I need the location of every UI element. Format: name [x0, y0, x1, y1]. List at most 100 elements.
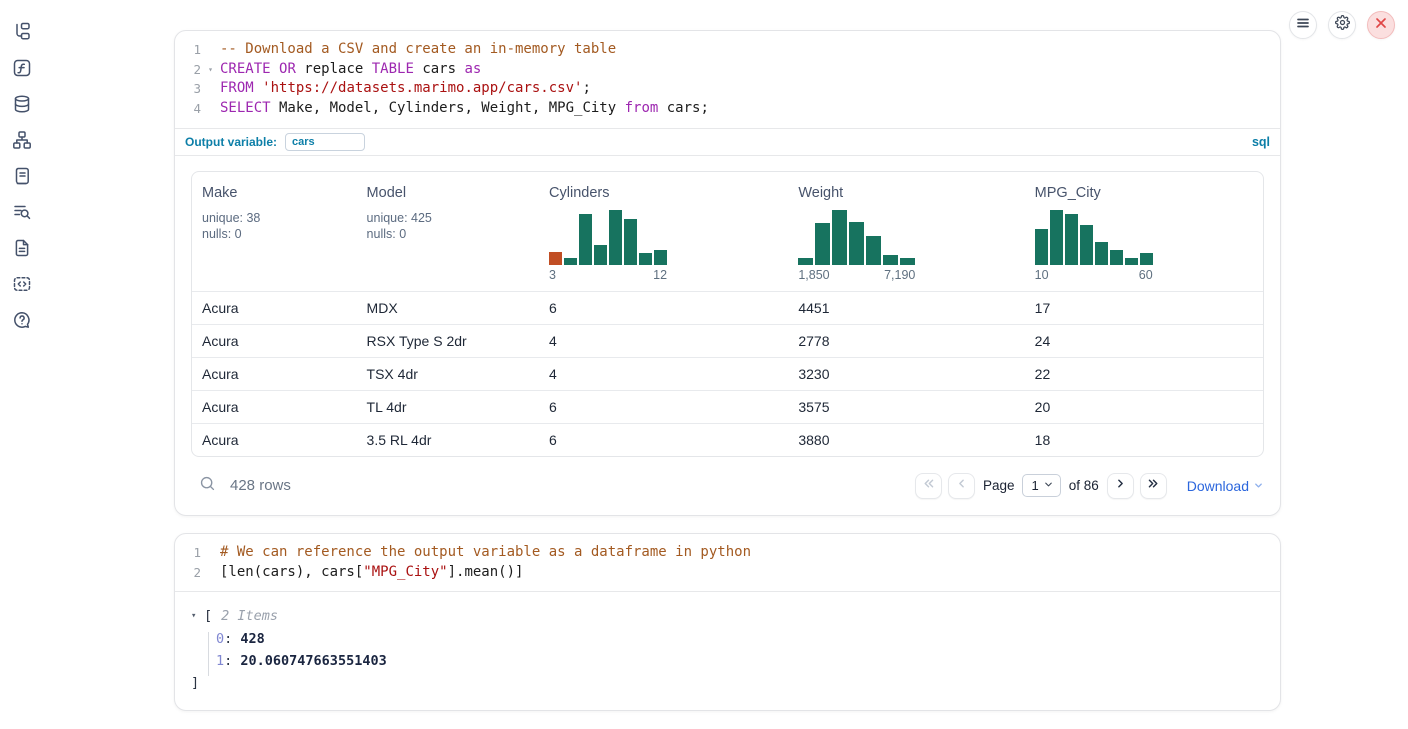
column-name: Model [367, 185, 540, 201]
item-key: 0 [216, 631, 224, 647]
line-number: 2 [181, 563, 201, 583]
axis-min-label: 1,850 [798, 268, 829, 282]
axis-max-label: 12 [653, 268, 667, 282]
histogram-bar [1035, 229, 1048, 265]
sql-code-editor[interactable]: 1-- Download a CSV and create an in-memo… [175, 31, 1280, 128]
histogram-bar [564, 258, 577, 265]
variables-icon[interactable] [12, 58, 32, 78]
documentation-icon[interactable] [12, 238, 32, 258]
fold-gutter [201, 99, 220, 119]
language-badge[interactable]: sql [1252, 135, 1270, 149]
table-cell: Acura [192, 366, 357, 382]
fold-gutter [201, 543, 220, 563]
null-count: nulls: 0 [367, 226, 540, 243]
code-line: 1-- Download a CSV and create an in-memo… [175, 40, 1280, 60]
collapse-chevron-icon[interactable]: ▾ [191, 606, 204, 628]
histogram-bar [1080, 225, 1093, 265]
settings-button[interactable] [1328, 11, 1356, 39]
column-header-model[interactable]: Modelunique: 425nulls: 0 [357, 185, 540, 283]
histogram-bar [849, 222, 864, 265]
column-name: Make [202, 185, 357, 201]
histogram-bar [1050, 210, 1063, 265]
histogram-axis-labels: 312 [549, 268, 667, 282]
chevron-down-icon [1253, 478, 1264, 494]
gear-icon [1335, 15, 1350, 35]
table-cell: 2778 [788, 333, 1024, 349]
chevron-right-icon [1114, 477, 1127, 495]
table-row[interactable]: AcuraRSX Type S 2dr4277824 [192, 324, 1263, 357]
table-row[interactable]: AcuraMDX6445117 [192, 291, 1263, 324]
table-cell: 4 [539, 333, 788, 349]
file-explorer-icon[interactable] [12, 22, 32, 42]
table-cell: Acura [192, 300, 357, 316]
dependency-graph-icon[interactable] [12, 130, 32, 150]
table-row[interactable]: AcuraTSX 4dr4323022 [192, 357, 1263, 390]
column-header-cylinders[interactable]: Cylinders 312 [539, 185, 788, 283]
sql-output-section: Make unique: 38nulls: 0Modelunique: 425nu… [175, 155, 1280, 515]
column-name: Cylinders [549, 185, 788, 201]
table-cell: 3880 [788, 432, 1024, 448]
help-icon[interactable] [12, 310, 32, 330]
datasources-icon[interactable] [12, 94, 32, 114]
histogram-bar [1125, 258, 1138, 265]
table-row[interactable]: Acura3.5 RL 4dr6388018 [192, 423, 1263, 456]
histogram-bars [549, 210, 667, 265]
table-cell: 6 [539, 432, 788, 448]
hamburger-icon [1296, 16, 1310, 35]
first-page-button[interactable] [915, 473, 942, 499]
scratchpad-icon[interactable] [12, 166, 32, 186]
close-icon [1375, 16, 1387, 34]
download-button[interactable]: Download [1187, 478, 1264, 494]
histogram-bar [883, 255, 898, 265]
histogram-axis-labels: 10 60 [1035, 268, 1153, 282]
tree-guide-line [208, 632, 209, 676]
open-bracket: [ [204, 606, 212, 628]
column-histogram: 1,850 7,190 [798, 210, 915, 282]
window-controls [1289, 11, 1395, 39]
code-content: SELECT Make, Model, Cylinders, Weight, M… [220, 99, 709, 119]
code-content: -- Download a CSV and create an in-memor… [220, 40, 616, 60]
code-content: CREATE OR replace TABLE cars as [220, 60, 481, 80]
chevron-down-icon [1043, 478, 1054, 493]
column-header-make[interactable]: Make unique: 38nulls: 0 [192, 185, 357, 283]
python-output-tree: ▾ [ 2 Items 0: 4281: 20.060747663551403 … [175, 592, 1280, 710]
next-page-button[interactable] [1107, 473, 1134, 499]
fold-chevron-icon[interactable]: ▾ [201, 60, 220, 80]
page-number-select[interactable]: 1 [1022, 474, 1060, 497]
shutdown-button[interactable] [1367, 11, 1395, 39]
histogram-bar [624, 219, 637, 265]
column-summary: unique: 38nulls: 0 [202, 210, 357, 283]
sidebar [0, 0, 44, 729]
table-row[interactable]: AcuraTL 4dr6357520 [192, 390, 1263, 423]
table-cell: Acura [192, 333, 357, 349]
column-header-mpg_city[interactable]: MPG_City 10 60 [1025, 185, 1263, 283]
logs-icon[interactable] [12, 202, 32, 222]
column-name: MPG_City [1035, 185, 1263, 201]
table-cell: 17 [1025, 300, 1263, 316]
item-value: 20.060747663551403 [240, 653, 386, 669]
code-content: # We can reference the output variable a… [220, 543, 751, 563]
last-page-button[interactable] [1140, 473, 1167, 499]
fold-gutter [201, 563, 220, 583]
python-cell: 1 # We can reference the output variable … [174, 533, 1281, 711]
axis-max-label: 7,190 [884, 268, 915, 282]
column-name: Weight [798, 185, 1024, 201]
table-cell: 4451 [788, 300, 1024, 316]
code-line: 2[len(cars), cars["MPG_City"].mean()] [175, 563, 1280, 583]
close-bracket: ] [191, 673, 1264, 694]
python-code-editor[interactable]: 1# We can reference the output variable … [175, 534, 1280, 592]
tree-item: 0: 428 [191, 628, 1264, 651]
column-header-weight[interactable]: Weight 1,850 7,190 [788, 185, 1024, 283]
code-line: 3FROM 'https://datasets.marimo.app/cars.… [175, 79, 1280, 99]
chevron-left-icon [955, 477, 968, 495]
snippets-icon[interactable] [12, 274, 32, 294]
item-key: 1 [216, 653, 224, 669]
output-variable-input[interactable] [285, 133, 365, 151]
menu-button[interactable] [1289, 11, 1317, 39]
search-icon[interactable] [199, 475, 216, 497]
table-cell: 20 [1025, 399, 1263, 415]
null-count: nulls: 0 [202, 226, 357, 243]
prev-page-button[interactable] [948, 473, 975, 499]
axis-max-label: 60 [1139, 268, 1153, 282]
axis-min-label: 10 [1035, 268, 1049, 282]
